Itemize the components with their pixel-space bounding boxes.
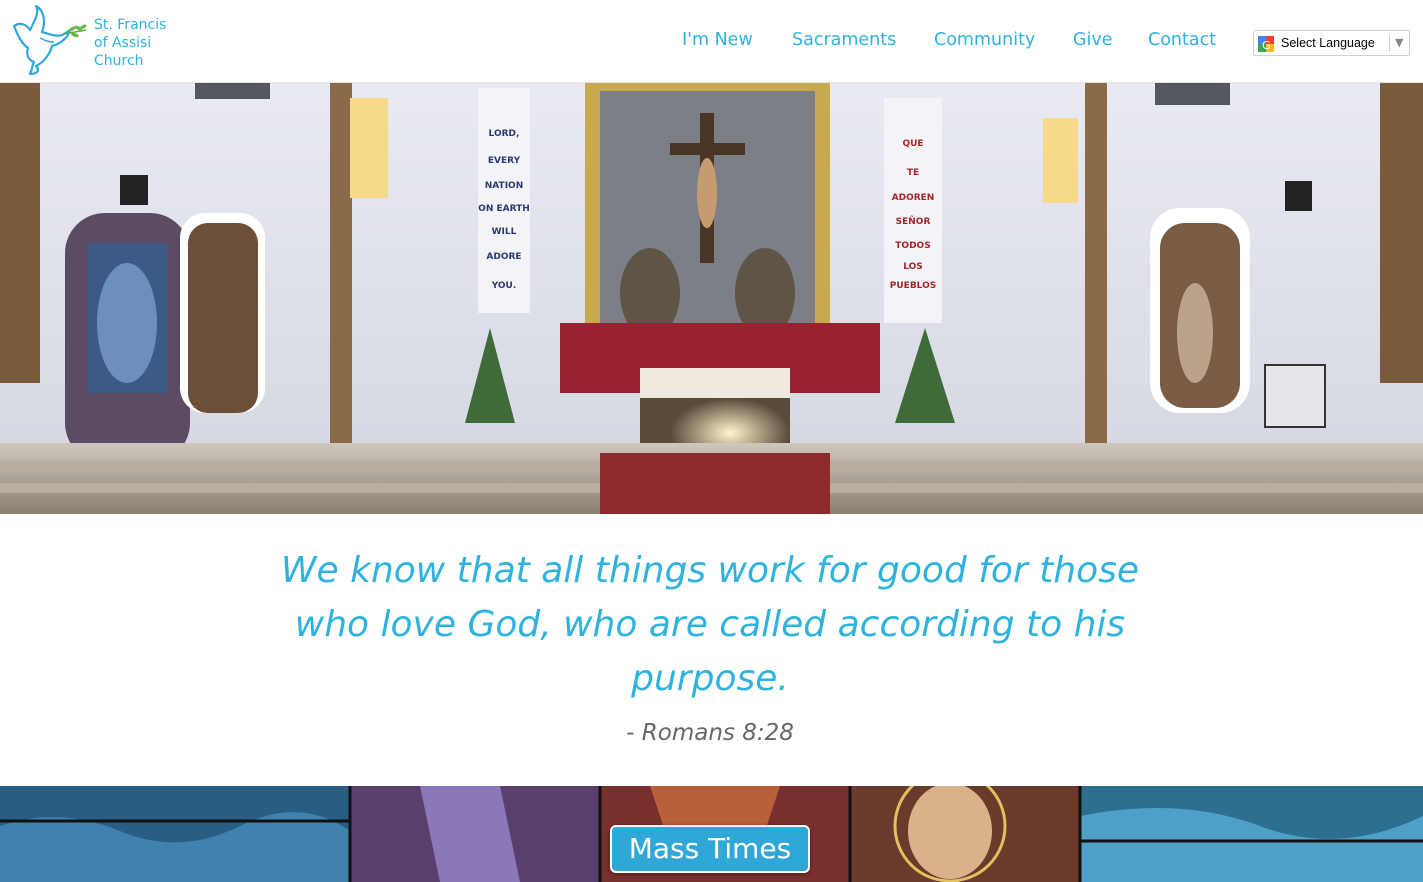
google-translate-icon: G: [1258, 36, 1274, 52]
banner-left-line: YOU.: [491, 281, 517, 291]
nav-item-sacraments[interactable]: Sacraments: [792, 30, 896, 50]
site-name: St. Francis of Assisi Church: [94, 16, 166, 70]
banner-left-line: WILL: [492, 227, 517, 237]
site-name-line: Church: [94, 53, 144, 69]
scripture-quote: We know that all things work for good fo…: [280, 550, 1140, 699]
banner-left-line: ON EARTH: [478, 204, 530, 214]
banner-left-line: NATION: [485, 181, 523, 191]
language-select[interactable]: G Select Language ▼: [1253, 30, 1410, 56]
site-name-line: of Assisi: [94, 35, 152, 51]
dove-logo-icon: [12, 4, 87, 76]
site-name-line: St. Francis: [94, 17, 167, 33]
nav-item-give[interactable]: Give: [1073, 30, 1113, 50]
banner-right-line: ADOREN: [892, 193, 935, 203]
banner-right-line: QUE: [902, 139, 923, 149]
scripture-citation: - Romans 8:28: [626, 720, 794, 746]
banner-left-line: LORD,: [489, 129, 520, 139]
banner-right-line: LOS: [903, 262, 923, 272]
site-header: St. Francis of Assisi Church I'm New Sac…: [0, 0, 1423, 83]
banner-right-line: TE: [907, 168, 919, 178]
svg-text:G: G: [1262, 39, 1271, 52]
nav-item-contact[interactable]: Contact: [1148, 30, 1216, 50]
banner-left-line: EVERY: [488, 156, 521, 166]
banner-right-line: TODOS: [895, 241, 930, 251]
language-select-divider: [1389, 35, 1390, 52]
banner-right-line: SEÑOR: [896, 216, 931, 227]
site-logo-link[interactable]: St. Francis of Assisi Church: [10, 4, 190, 78]
language-select-label: Select Language: [1281, 36, 1375, 50]
mass-times-button[interactable]: Mass Times: [610, 825, 810, 873]
chevron-down-icon: ▼: [1395, 36, 1404, 49]
nav-item-im-new[interactable]: I'm New: [682, 30, 753, 50]
banner-left-line: ADORE: [486, 252, 521, 262]
banner-right-line: PUEBLOS: [890, 281, 936, 291]
hero-image: LORD, EVERY NATION ON EARTH WILL ADORE Y…: [0, 83, 1423, 514]
nav-item-community[interactable]: Community: [934, 30, 1035, 50]
